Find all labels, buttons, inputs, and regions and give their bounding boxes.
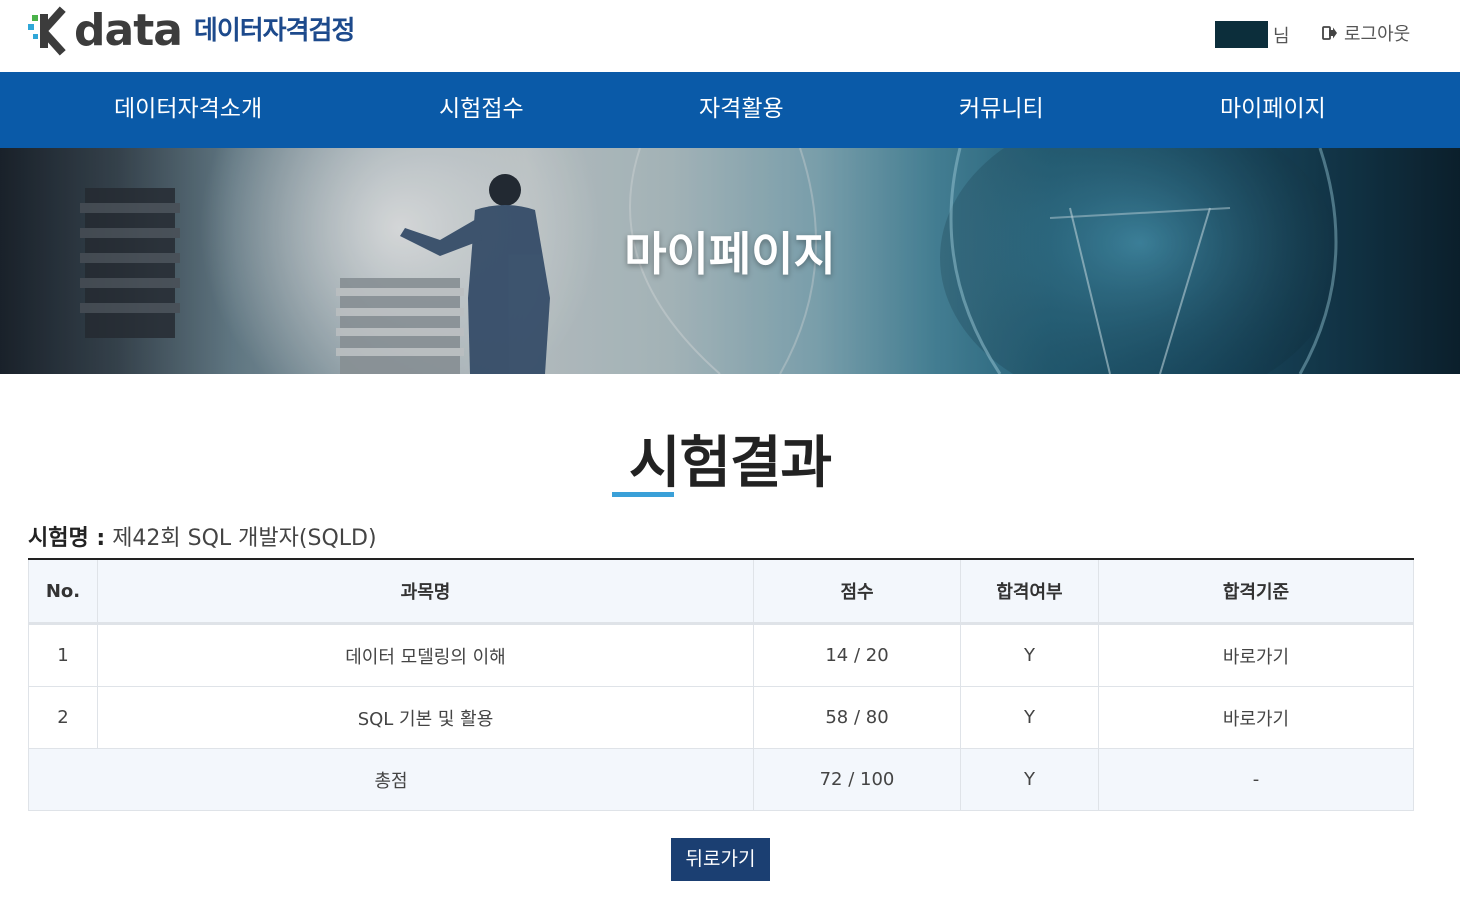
- table-row: 1 데이터 모델링의 이해 14 / 20 Y 바로가기: [28, 623, 1414, 687]
- cell-score: 14 / 20: [753, 623, 961, 687]
- logout-link[interactable]: 로그아웃: [1322, 20, 1410, 46]
- header-no: No.: [28, 558, 98, 625]
- total-label: 총점: [28, 748, 754, 811]
- nav-item-qualification-use[interactable]: 자격활용: [699, 72, 784, 148]
- table-header-row: No. 과목명 점수 합격여부 합격기준: [28, 558, 1414, 625]
- cell-no: 2: [28, 686, 98, 749]
- exam-name-label: 시험명 :: [28, 526, 106, 551]
- cell-no: 1: [28, 623, 98, 687]
- exam-name-line: 시험명 : 제42회 SQL 개발자(SQLD): [28, 520, 377, 552]
- table-row: 2 SQL 기본 및 활용 58 / 80 Y 바로가기: [28, 686, 1414, 749]
- back-button[interactable]: 뒤로가기: [671, 838, 770, 881]
- cell-pass: Y: [960, 623, 1099, 687]
- logout-icon: [1322, 26, 1337, 40]
- cell-subject: 데이터 모델링의 이해: [97, 623, 754, 687]
- page-title: 시험결과: [628, 431, 832, 496]
- nav-item-qualification-intro[interactable]: 데이터자격소개: [114, 72, 262, 148]
- kdata-logo[interactable]: data 데이터자격검정: [28, 5, 355, 56]
- nav-item-community[interactable]: 커뮤니티: [959, 72, 1044, 148]
- hero-banner: 마이페이지: [0, 148, 1460, 374]
- criteria-link[interactable]: 바로가기: [1098, 686, 1414, 749]
- nav-item-mypage[interactable]: 마이페이지: [1220, 72, 1326, 148]
- exam-name-value: 제42회 SQL 개발자(SQLD): [112, 526, 377, 551]
- logo-k-icon: [28, 6, 72, 56]
- title-underline-accent: [612, 492, 674, 497]
- logout-label: 로그아웃: [1344, 24, 1411, 45]
- site-header: data 데이터자격검정 님 로그아웃: [0, 0, 1460, 72]
- header-criteria: 합격기준: [1098, 558, 1414, 625]
- total-score: 72 / 100: [753, 748, 961, 811]
- header-pass: 합격여부: [960, 558, 1099, 625]
- criteria-link[interactable]: 바로가기: [1098, 623, 1414, 687]
- nav-item-exam-registration[interactable]: 시험접수: [439, 72, 524, 148]
- main-nav: 데이터자격소개 시험접수 자격활용 커뮤니티 마이페이지: [0, 72, 1460, 148]
- user-name-masked: [1215, 21, 1268, 48]
- user-suffix: 님: [1273, 26, 1290, 47]
- table-total-row: 총점 72 / 100 Y -: [28, 748, 1414, 811]
- total-criteria: -: [1098, 748, 1414, 811]
- results-table: No. 과목명 점수 합격여부 합격기준 1 데이터 모델링의 이해 14 / …: [28, 558, 1414, 811]
- logo-wordmark: data: [74, 5, 183, 56]
- logo-subtitle: 데이터자격검정: [193, 16, 355, 46]
- header-subject: 과목명: [97, 558, 754, 625]
- banner-title: 마이페이지: [624, 227, 836, 281]
- cell-pass: Y: [960, 686, 1099, 749]
- total-pass: Y: [960, 748, 1099, 811]
- header-score: 점수: [753, 558, 961, 625]
- cell-subject: SQL 기본 및 활용: [97, 686, 754, 749]
- cell-score: 58 / 80: [753, 686, 961, 749]
